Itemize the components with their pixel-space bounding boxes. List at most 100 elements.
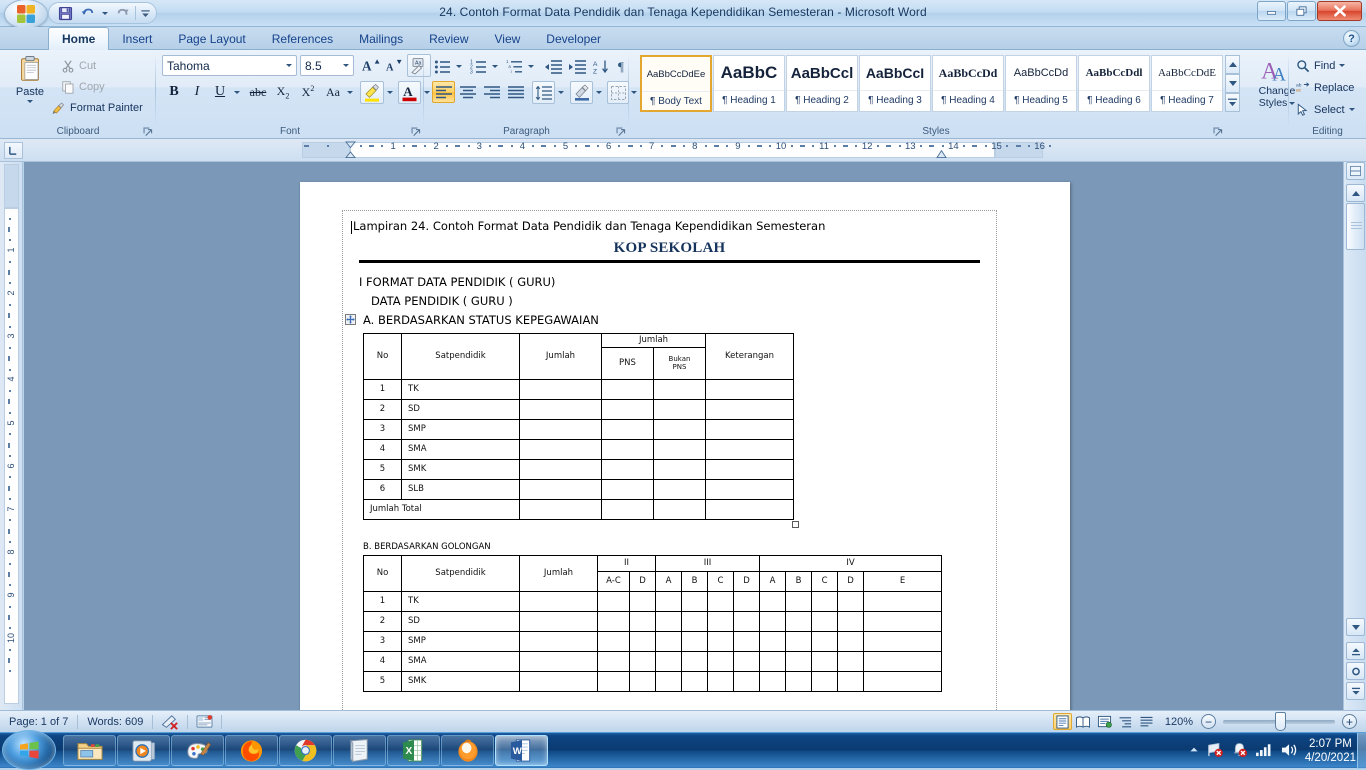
- highlight-dropdown-icon[interactable]: [384, 81, 395, 103]
- cell-no[interactable]: 4: [363, 650, 402, 672]
- cell-gol2-ac[interactable]: [597, 670, 630, 692]
- cell-gol2-d[interactable]: [628, 610, 657, 632]
- taskbar-notepad[interactable]: [333, 735, 386, 766]
- scroll-down-button[interactable]: [1346, 618, 1365, 636]
- table-row[interactable]: 2 SD: [363, 398, 795, 420]
- cell-gol4-b[interactable]: [785, 630, 813, 652]
- cell-gol4-c[interactable]: [811, 670, 839, 692]
- right-indent-marker[interactable]: [936, 149, 947, 162]
- font-size-input[interactable]: [301, 58, 338, 73]
- cell-satpendidik[interactable]: SD: [401, 610, 520, 632]
- cell-gol2-d[interactable]: [628, 630, 657, 652]
- minimize-button[interactable]: [1257, 1, 1286, 21]
- decrease-indent-button[interactable]: [542, 56, 565, 77]
- language-icon[interactable]: [188, 711, 221, 733]
- doc-section-1-sub[interactable]: DATA PENDIDIK ( GURU ): [349, 294, 990, 308]
- tab-view[interactable]: View: [482, 27, 534, 50]
- cell-jumlah[interactable]: [519, 650, 598, 672]
- tab-developer[interactable]: Developer: [533, 27, 614, 50]
- style-heading-5[interactable]: AaBbCcDd ¶ Heading 5: [1005, 55, 1077, 112]
- cell-gol4-e[interactable]: [863, 650, 943, 672]
- cell-gol3-b[interactable]: [681, 670, 709, 692]
- zoom-in-button[interactable]: +: [1342, 714, 1357, 729]
- cell-gol3-d[interactable]: [733, 650, 761, 672]
- align-right-button[interactable]: [480, 81, 503, 103]
- cell-gol3-b[interactable]: [681, 610, 709, 632]
- style-heading-2[interactable]: AaBbCcl ¶ Heading 2: [786, 55, 858, 112]
- cell-satpendidik[interactable]: SD: [401, 398, 520, 420]
- cell-gol3-b[interactable]: [681, 590, 709, 612]
- font-size-dropdown-icon[interactable]: [338, 56, 353, 75]
- multilevel-dropdown-icon[interactable]: [525, 56, 536, 77]
- cell-keterangan[interactable]: [705, 418, 795, 440]
- view-draft-button[interactable]: [1137, 713, 1156, 730]
- select-dropdown-icon[interactable]: [1348, 108, 1355, 111]
- cell-jumlah[interactable]: [519, 398, 602, 420]
- cell-satpendidik[interactable]: SMK: [401, 670, 520, 692]
- borders-button[interactable]: [607, 81, 629, 104]
- cell-gol2-ac[interactable]: [597, 630, 630, 652]
- italic-button[interactable]: I: [186, 81, 208, 103]
- line-spacing-dropdown-icon[interactable]: [555, 81, 566, 103]
- close-button[interactable]: [1317, 1, 1362, 21]
- cell-gol4-d[interactable]: [837, 670, 865, 692]
- table-row[interactable]: 6 SLB: [363, 478, 795, 500]
- paste-button[interactable]: Paste: [8, 54, 52, 120]
- cell-no[interactable]: 3: [363, 418, 402, 440]
- cell-satpendidik[interactable]: TK: [401, 590, 520, 612]
- cell-gol4-e[interactable]: [863, 590, 943, 612]
- horizontal-ruler[interactable]: 1 2 3 4 5 6 7 8 9 10 11 12 13 14 15 16: [0, 139, 1366, 162]
- cell-gol4-d[interactable]: [837, 590, 865, 612]
- shading-button[interactable]: [570, 81, 593, 104]
- cell-gol4-d[interactable]: [837, 650, 865, 672]
- tab-home[interactable]: Home: [48, 27, 110, 50]
- table-row[interactable]: 3 SMP: [363, 418, 795, 440]
- taskbar-microsoft-word[interactable]: W: [495, 735, 548, 766]
- cell-gol2-ac[interactable]: [597, 610, 630, 632]
- cell-satpendidik[interactable]: SMA: [401, 650, 520, 672]
- cell-bukan-pns[interactable]: [652, 378, 707, 400]
- cell-gol3-b[interactable]: [681, 650, 709, 672]
- replace-button[interactable]: ab ac Replace: [1293, 78, 1357, 97]
- show-hidden-icons-button[interactable]: [1188, 744, 1200, 759]
- font-color-button[interactable]: A: [398, 81, 421, 104]
- taskbar-paint[interactable]: [171, 735, 224, 766]
- cell-gol4-c[interactable]: [811, 630, 839, 652]
- cell-gol4-b[interactable]: [785, 590, 813, 612]
- cell-jumlah[interactable]: [519, 438, 602, 460]
- show-formatting-marks-button[interactable]: ¶: [613, 56, 629, 77]
- show-desktop-button[interactable]: [1357, 733, 1366, 769]
- first-line-indent-marker[interactable]: [345, 141, 356, 162]
- cell-gol4-a[interactable]: [759, 630, 787, 652]
- cell-gol4-e[interactable]: [863, 610, 943, 632]
- view-web-layout-button[interactable]: [1095, 713, 1114, 730]
- action-center-icon[interactable]: [1231, 742, 1248, 761]
- strikethrough-button[interactable]: abc: [246, 81, 270, 103]
- text-frame[interactable]: Lampiran 24. Contoh Format Data Pendidik…: [342, 210, 997, 710]
- sort-button[interactable]: AZ: [591, 56, 612, 77]
- taskbar-firefox[interactable]: [225, 735, 278, 766]
- proofing-errors-icon[interactable]: [153, 711, 187, 733]
- cell-gol3-c[interactable]: [707, 650, 735, 672]
- cell-gol3-c[interactable]: [707, 630, 735, 652]
- shrink-font-button[interactable]: A: [383, 55, 405, 76]
- cell-gol4-b[interactable]: [785, 650, 813, 672]
- page-indicator[interactable]: Page: 1 of 7: [0, 711, 77, 733]
- doc-caption[interactable]: Lampiran 24. Contoh Format Data Pendidik…: [349, 219, 990, 233]
- cell-jumlah[interactable]: [519, 458, 602, 480]
- taskbar-google-chrome[interactable]: [279, 735, 332, 766]
- justify-button[interactable]: [504, 81, 527, 103]
- styles-scroll-up-button[interactable]: [1225, 55, 1240, 74]
- cell-gol4-c[interactable]: [811, 610, 839, 632]
- line-spacing-button[interactable]: [532, 81, 555, 104]
- volume-icon[interactable]: [1280, 742, 1298, 761]
- tab-references[interactable]: References: [259, 27, 346, 50]
- cell-bukan-pns[interactable]: [652, 398, 707, 420]
- font-family-combo[interactable]: [162, 55, 297, 76]
- superscript-button[interactable]: X2: [296, 81, 320, 103]
- change-case-button[interactable]: Aa: [321, 81, 345, 103]
- format-painter-button[interactable]: Format Painter: [48, 98, 146, 117]
- cell-jumlah[interactable]: [519, 630, 598, 652]
- tab-insert[interactable]: Insert: [109, 27, 165, 50]
- cell-gol3-a[interactable]: [655, 610, 683, 632]
